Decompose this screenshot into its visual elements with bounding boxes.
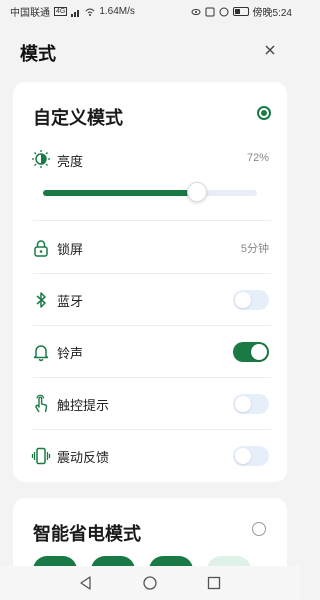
brightness-slider[interactable] bbox=[43, 182, 257, 202]
bluetooth-toggle[interactable] bbox=[233, 290, 269, 310]
toggle-knob bbox=[235, 396, 251, 412]
status-bar: 中国联通 4G 1.64M/s 傍晚5:24 bbox=[0, 0, 300, 22]
recents-icon bbox=[207, 576, 221, 590]
power-saving-radio[interactable] bbox=[252, 522, 266, 536]
custom-mode-title: 自定义模式 bbox=[33, 108, 123, 128]
custom-mode-radio[interactable] bbox=[257, 106, 271, 120]
bluetooth-icon bbox=[36, 292, 46, 308]
lock-screen-label: 锁屏 bbox=[57, 242, 84, 257]
carrier-label: 中国联通 bbox=[10, 8, 50, 19]
back-icon bbox=[80, 576, 91, 590]
brightness-label: 亮度 bbox=[57, 154, 84, 169]
lock-icon bbox=[34, 240, 48, 257]
close-icon bbox=[265, 45, 275, 55]
brightness-icon bbox=[32, 150, 50, 168]
page-title: 模式 bbox=[20, 44, 56, 64]
lock-screen-row[interactable]: 锁屏 5分钟 bbox=[13, 222, 287, 274]
brightness-slider-thumb[interactable] bbox=[187, 182, 207, 202]
home-button[interactable] bbox=[141, 574, 159, 592]
nfc-icon bbox=[205, 7, 215, 16]
vibration-row: 震动反馈 bbox=[13, 430, 287, 482]
navigation-bar bbox=[0, 566, 300, 600]
divider bbox=[33, 220, 271, 221]
toggle-knob bbox=[251, 344, 267, 360]
vibration-icon bbox=[31, 447, 51, 465]
brightness-row: 亮度 72% bbox=[13, 146, 287, 180]
time-label: 傍晚5:24 bbox=[252, 8, 292, 19]
brightness-value: 72% bbox=[246, 152, 269, 164]
wifi-icon bbox=[85, 8, 95, 16]
touch-hint-toggle[interactable] bbox=[233, 394, 269, 414]
custom-mode-card[interactable]: 自定义模式 亮度 72% 锁屏 5分钟 蓝牙 铃声 触控提示 震动反馈 bbox=[13, 82, 287, 482]
ringtone-label: 铃声 bbox=[57, 346, 84, 361]
power-saving-title: 智能省电模式 bbox=[33, 524, 141, 544]
ringtone-toggle[interactable] bbox=[233, 342, 269, 362]
network-label: 4G bbox=[54, 7, 68, 16]
recents-button[interactable] bbox=[205, 574, 223, 592]
bell-icon bbox=[33, 345, 49, 362]
home-icon bbox=[143, 576, 157, 590]
touch-icon bbox=[35, 394, 48, 413]
touch-hint-label: 触控提示 bbox=[57, 398, 110, 413]
bluetooth-row: 蓝牙 bbox=[13, 274, 287, 326]
lock-screen-value: 5分钟 bbox=[240, 243, 269, 255]
battery-icon bbox=[232, 7, 249, 16]
vibration-label: 震动反馈 bbox=[57, 450, 110, 465]
speed-label: 1.64M/s bbox=[99, 6, 135, 17]
signal-icon bbox=[71, 9, 80, 17]
alarm-icon bbox=[219, 7, 229, 16]
toggle-knob bbox=[235, 292, 251, 308]
close-button[interactable] bbox=[260, 40, 280, 60]
eye-icon bbox=[191, 8, 201, 15]
vibration-toggle[interactable] bbox=[233, 446, 269, 466]
brightness-slider-fill bbox=[43, 190, 197, 196]
toggle-knob bbox=[235, 448, 251, 464]
touch-hint-row: 触控提示 bbox=[13, 378, 287, 430]
back-button[interactable] bbox=[77, 574, 95, 592]
ringtone-row: 铃声 bbox=[13, 326, 287, 378]
bluetooth-label: 蓝牙 bbox=[57, 294, 84, 309]
